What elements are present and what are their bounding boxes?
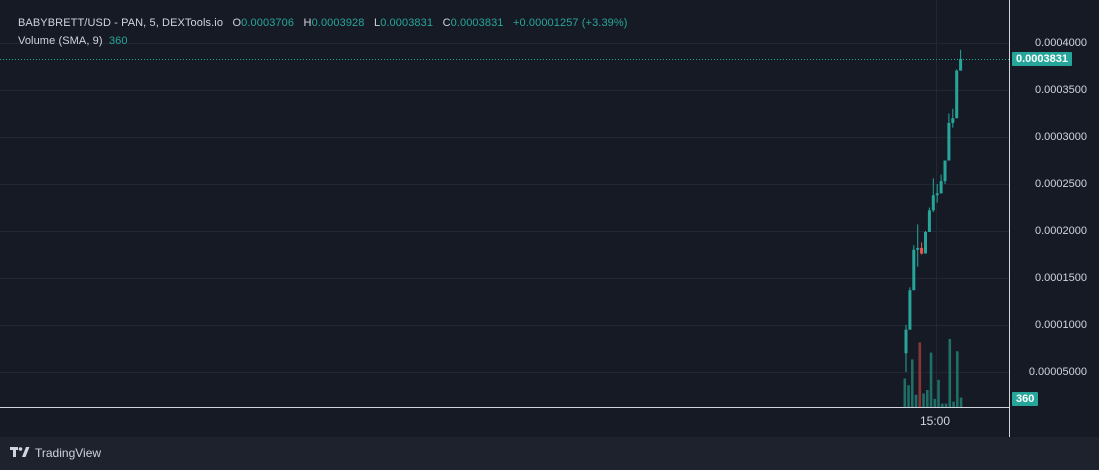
volume-bar: [922, 393, 925, 407]
volume-bar: [914, 394, 918, 407]
volume-bar: [959, 397, 963, 407]
volume-badge: 360: [1012, 392, 1039, 406]
volume-bar: [941, 403, 944, 407]
candle-body: [951, 118, 955, 123]
brand-name: TradingView: [35, 446, 102, 460]
volume-label[interactable]: Volume (SMA, 9): [18, 35, 103, 47]
legend-ohlc: BABYBRETT/USD - PAN, 5, DEXTools.io O0.0…: [18, 17, 628, 29]
volume-bar: [911, 359, 914, 407]
candle-body: [931, 195, 935, 211]
legend-h-value: 0.0003928: [311, 17, 365, 29]
volume-bar: [903, 378, 907, 407]
candle-body: [927, 210, 931, 232]
tradingview-logo-icon: [10, 447, 30, 457]
legend-change: +0.00001257 (+3.39%): [512, 17, 628, 29]
volume-bar: [907, 385, 910, 407]
price-tick: 0.0001500: [1035, 272, 1087, 284]
candle-body: [939, 181, 943, 194]
volume-bar: [926, 390, 929, 407]
footer-brand[interactable]: TradingView: [10, 445, 101, 461]
legend-volume: Volume (SMA, 9) 360: [18, 35, 128, 47]
legend-o-value: 0.0003706: [241, 17, 295, 29]
volume-bar: [952, 401, 955, 407]
volume-bar: [933, 398, 937, 407]
volume-value: 360: [108, 35, 128, 47]
legend-c-value: 0.0003831: [450, 17, 504, 29]
candle-body: [947, 122, 951, 161]
volume-bar: [929, 352, 933, 407]
candle-body: [943, 160, 947, 182]
candle-body: [908, 290, 912, 330]
candle-body: [920, 247, 924, 254]
price-tick: 0.0003000: [1035, 131, 1087, 143]
chart-canvas[interactable]: [0, 0, 1099, 437]
legend-c-label: C: [442, 17, 451, 29]
candle-body: [935, 193, 939, 196]
last-price-badge: 0.0003831: [1012, 52, 1072, 66]
volume-bar: [944, 403, 948, 407]
price-tick: 0.0001000: [1035, 319, 1087, 331]
price-tick: 0.0003500: [1035, 84, 1087, 96]
volume-bar: [918, 342, 922, 407]
legend-h-label: H: [303, 17, 312, 29]
candle-body: [916, 247, 920, 250]
time-tick: 15:00: [920, 414, 951, 428]
candle-body: [904, 329, 908, 354]
volume-bar: [948, 339, 952, 407]
chart-panel[interactable]: BABYBRETT/USD - PAN, 5, DEXTools.io O0.0…: [0, 0, 1099, 437]
legend-symbol[interactable]: BABYBRETT/USD: [18, 17, 111, 29]
legend-o-label: O: [232, 17, 242, 29]
price-tick: 0.0004000: [1035, 37, 1087, 49]
price-tick: 0.0002000: [1035, 225, 1087, 237]
candle-body: [912, 249, 916, 291]
price-tick: 0.00005000: [1028, 366, 1087, 378]
candle-body: [924, 231, 927, 254]
price-tick: 0.0002500: [1035, 178, 1087, 190]
volume-bar: [937, 379, 940, 407]
legend-l-value: 0.0003831: [380, 17, 434, 29]
volume-bar: [956, 351, 959, 407]
legend-source: - PAN, 5, DEXTools.io: [111, 17, 224, 29]
candle-body: [959, 58, 963, 71]
candle-body: [955, 70, 959, 119]
